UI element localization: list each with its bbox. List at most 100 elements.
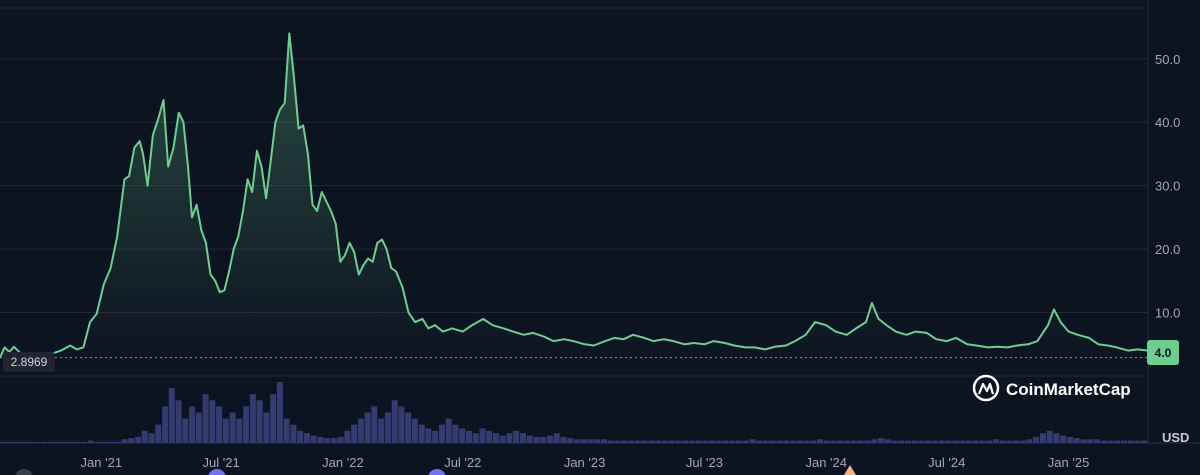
- volume-bar: [195, 412, 202, 443]
- volume-bar: [1046, 430, 1053, 443]
- volume-bar: [330, 438, 337, 443]
- volume-bar: [972, 440, 979, 443]
- volume-bar: [587, 439, 594, 443]
- volume-bar: [634, 440, 641, 443]
- volume-bar: [648, 440, 655, 443]
- volume-bar: [276, 382, 283, 443]
- volume-bar: [709, 440, 716, 443]
- x-tick-label: Jan '22: [322, 455, 364, 470]
- volume-bar: [290, 424, 297, 443]
- volume-bar: [790, 440, 797, 443]
- volume-bar: [628, 440, 634, 443]
- event-markers: [15, 465, 856, 475]
- volume-bar: [40, 441, 47, 443]
- volume-bar: [33, 441, 40, 443]
- volume-bar: [614, 440, 621, 443]
- volume-bar: [837, 440, 844, 443]
- volume-bar: [769, 440, 776, 443]
- volume-bar: [351, 424, 358, 443]
- volume-bar: [695, 440, 702, 443]
- volume-bar: [567, 438, 574, 443]
- volume-bar: [243, 406, 250, 443]
- volume-bar: [101, 441, 108, 443]
- y-tick-label: 30.0: [1155, 179, 1180, 194]
- volume-bar: [1040, 433, 1046, 443]
- volume-bar: [479, 428, 486, 443]
- x-tick-label: Jan '21: [81, 455, 123, 470]
- volume-bar: [108, 441, 114, 443]
- volume-bar: [938, 440, 945, 443]
- volume-bar: [249, 394, 256, 443]
- volume-bar: [817, 439, 824, 443]
- volume-bar: [999, 440, 1006, 443]
- volume-bar: [783, 440, 790, 443]
- volume-bar: [675, 440, 682, 443]
- volume-bar: [384, 412, 391, 443]
- volume-bar: [337, 436, 344, 443]
- volume-bar: [830, 440, 837, 443]
- volume-bar: [877, 438, 884, 443]
- volume-bar: [1134, 440, 1141, 443]
- volume-bar: [87, 440, 94, 443]
- volume-bar: [506, 433, 513, 443]
- volume-bar: [60, 441, 67, 443]
- volume-bar: [229, 412, 236, 443]
- volume-bar: [526, 435, 533, 443]
- y-axis-labels: 10.0 20.0 30.0 40.0 50.0: [1155, 52, 1180, 321]
- coinmarketcap-watermark: CoinMarketCap: [972, 374, 1131, 402]
- volume-bar: [94, 441, 101, 443]
- volume-bar: [574, 439, 580, 443]
- volume-bar: [411, 418, 418, 443]
- volume-bar: [317, 436, 324, 443]
- volume-bar: [121, 439, 128, 443]
- volume-bar: [236, 418, 243, 443]
- y-tick-label: 10.0: [1155, 306, 1180, 321]
- volume-bar: [466, 430, 472, 443]
- volume-bar: [945, 440, 952, 443]
- volume-bar: [857, 440, 864, 443]
- volume-bar: [344, 430, 351, 443]
- volume-bar: [776, 440, 783, 443]
- volume-bar: [54, 441, 60, 443]
- volume-bar: [499, 435, 506, 443]
- volume-bar: [871, 439, 878, 443]
- volume-bar: [898, 440, 905, 443]
- volume-bar: [128, 438, 135, 443]
- volume-bar: [979, 440, 986, 443]
- volume-bar: [513, 430, 520, 443]
- volume-bar: [432, 430, 439, 443]
- volume-bar: [452, 424, 459, 443]
- volume-bar: [1100, 440, 1107, 443]
- volume-bar: [1053, 433, 1060, 443]
- volume-bar: [486, 430, 493, 443]
- volume-bar: [668, 440, 675, 443]
- volume-bar: [202, 394, 209, 443]
- volume-bar: [222, 418, 229, 443]
- volume-bar: [1107, 440, 1114, 443]
- volume-bar: [918, 440, 925, 443]
- y-tick-label: 20.0: [1155, 242, 1180, 257]
- volume-bar: [216, 406, 223, 443]
- current-price-badge: 4.0: [1147, 340, 1179, 365]
- volume-bar: [47, 441, 54, 443]
- volume-bar: [688, 440, 695, 443]
- volume-bar: [958, 440, 965, 443]
- volume-bar: [182, 418, 189, 443]
- volume-bar: [310, 435, 317, 443]
- volume-bar: [445, 418, 452, 443]
- volume-bar: [1019, 440, 1026, 443]
- price-chart: 10.020.030.040.050.0 Jan '21 Jul '21 Jan '…: [0, 0, 1200, 475]
- volume-bar: [682, 440, 688, 443]
- volume-bar: [459, 428, 466, 443]
- volume-bar: [1067, 436, 1073, 443]
- x-tick-label: Jan '23: [564, 455, 606, 470]
- volume-bar: [155, 424, 162, 443]
- volume-bar: [884, 439, 891, 443]
- y-tick-label: 40.0: [1155, 115, 1180, 130]
- volume-bar: [168, 388, 175, 443]
- volume-bar: [1121, 440, 1127, 443]
- volume-bar: [655, 440, 661, 443]
- volume-bar: [162, 406, 169, 443]
- volume-bar: [283, 418, 290, 443]
- volume-bar: [175, 400, 182, 443]
